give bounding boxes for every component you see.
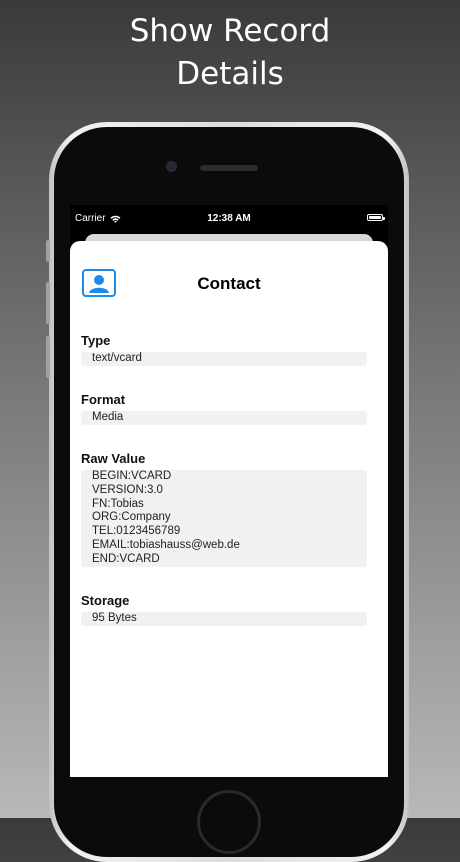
battery-icon bbox=[367, 214, 385, 221]
marketing-headline: Show Record Details bbox=[0, 10, 460, 96]
field-type-label: Type bbox=[81, 333, 111, 348]
field-raw-value-label: Raw Value bbox=[81, 451, 146, 466]
field-format-label: Format bbox=[81, 392, 126, 407]
field-storage: Storage 95 Bytes bbox=[81, 592, 367, 626]
phone-side-button bbox=[46, 240, 50, 262]
field-format-value[interactable]: Media bbox=[81, 411, 367, 425]
status-time: 12:38 AM bbox=[207, 213, 251, 224]
headline-line-1: Show Record bbox=[129, 13, 331, 49]
sheet-header: Contact bbox=[70, 241, 388, 321]
status-bar: Carrier 12:38 AM bbox=[70, 205, 388, 231]
phone-volume-up-button bbox=[46, 282, 50, 324]
field-type: Type text/vcard bbox=[81, 332, 367, 366]
field-format: Format Media bbox=[81, 391, 367, 425]
home-button[interactable] bbox=[197, 790, 261, 854]
record-title: Contact bbox=[197, 274, 261, 293]
front-camera bbox=[166, 161, 177, 172]
field-storage-label: Storage bbox=[81, 593, 130, 608]
phone-volume-down-button bbox=[46, 336, 50, 378]
field-storage-value[interactable]: 95 Bytes bbox=[81, 612, 367, 626]
field-raw-value: Raw Value BEGIN:VCARD VERSION:3.0 FN:Tob… bbox=[81, 450, 367, 567]
field-type-value[interactable]: text/vcard bbox=[81, 352, 367, 366]
field-raw-value-value[interactable]: BEGIN:VCARD VERSION:3.0 FN:Tobias ORG:Co… bbox=[81, 470, 367, 567]
headline-line-2: Details bbox=[176, 56, 284, 92]
record-details-sheet: Contact Type text/vcard Format Media Raw… bbox=[70, 241, 388, 777]
phone-screen: Carrier 12:38 AM Contact Type text/vcard… bbox=[70, 205, 388, 777]
earpiece-speaker bbox=[200, 165, 258, 171]
